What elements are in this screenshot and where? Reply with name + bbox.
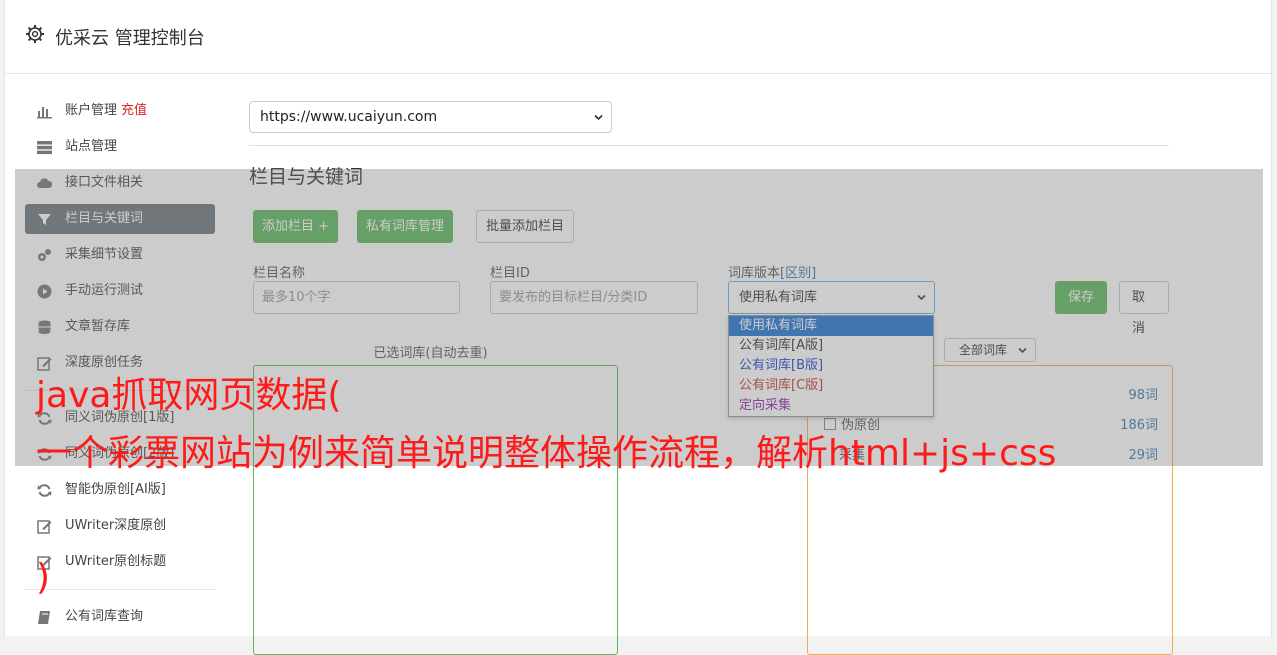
server-icon — [37, 141, 52, 155]
sidebar-item-label: UWriter深度原创 — [65, 518, 167, 533]
divider — [249, 145, 1169, 146]
bar-chart-icon — [37, 107, 52, 119]
sidebar-item-label: 公有词库查询 — [65, 609, 144, 624]
book-icon — [38, 611, 50, 624]
refresh-icon — [37, 484, 52, 497]
overlay-title-line-2: 一个彩票网站为例来简单说明整体操作流程，解析html+js+css — [36, 433, 1057, 474]
sidebar-item-uwriter-title[interactable]: UWriter原创标题 — [25, 547, 215, 577]
sidebar-item-uwriter-deep[interactable]: UWriter深度原创 — [25, 511, 215, 541]
overlay-title-line-3: ) — [36, 557, 51, 598]
sidebar-item-public-lib[interactable]: 公有词库查询 — [25, 602, 215, 632]
sidebar-item-label: 站点管理 — [65, 139, 118, 154]
site-select-value: https://www.ucaiyun.com — [260, 109, 438, 125]
sidebar-item-account[interactable]: 账户管理 充值 — [25, 96, 215, 126]
site-select[interactable]: https://www.ucaiyun.com — [249, 101, 612, 133]
edit-icon — [37, 520, 52, 534]
sidebar-item-label: 智能伪原创[AI版] — [65, 482, 166, 497]
sidebar-item-label: 账户管理 — [65, 103, 118, 118]
sidebar-item-sites[interactable]: 站点管理 — [25, 132, 215, 162]
grey-overlay — [15, 169, 1263, 466]
overlay-title-line-1: java抓取网页数据( — [36, 375, 342, 416]
sidebar-item-label: UWriter原创标题 — [65, 554, 167, 569]
app-title: 优采云 管理控制台 — [55, 28, 205, 49]
sidebar-item-ai-rewrite[interactable]: 智能伪原创[AI版] — [25, 475, 215, 505]
chevron-down-icon — [594, 114, 603, 121]
recharge-link[interactable]: 充值 — [121, 103, 147, 118]
gear-icon — [26, 25, 44, 43]
sidebar-divider — [25, 589, 215, 590]
